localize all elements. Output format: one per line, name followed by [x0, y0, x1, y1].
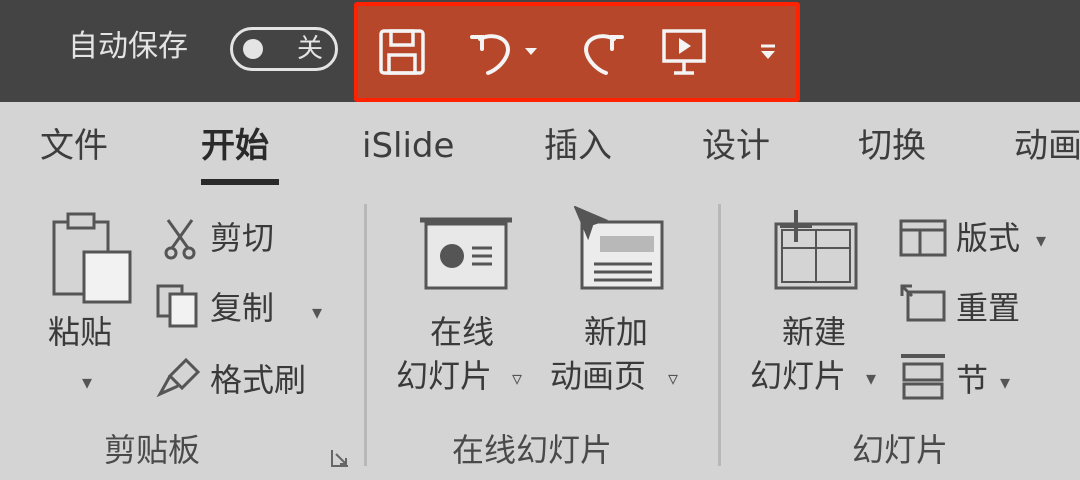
autosave-state: 关 — [297, 34, 324, 64]
tab-file[interactable]: 文件 — [40, 118, 108, 174]
layout-icon — [898, 218, 948, 262]
tab-transitions[interactable]: 切换 — [858, 118, 926, 174]
format-painter-icon — [156, 356, 204, 402]
customize-qat-button[interactable] — [748, 6, 788, 98]
paste-dropdown-icon[interactable]: ▾ — [82, 362, 92, 402]
active-tab-indicator — [201, 179, 279, 185]
section-icon — [898, 352, 948, 404]
new-animation-page-label-1[interactable]: 新加 — [584, 312, 648, 352]
new-animation-page-label-2[interactable]: 动画页 — [550, 356, 646, 396]
undo-button[interactable] — [462, 6, 544, 98]
undo-dropdown-icon[interactable] — [524, 47, 538, 57]
autosave-toggle[interactable]: 关 — [230, 27, 338, 71]
save-button[interactable] — [372, 6, 432, 98]
scissors-icon — [162, 218, 198, 264]
save-icon — [377, 27, 427, 77]
tab-design[interactable]: 设计 — [702, 118, 770, 174]
format-painter-button[interactable]: 格式刷 — [210, 360, 306, 400]
quick-access-toolbar — [354, 2, 800, 102]
redo-icon — [574, 27, 626, 77]
section-dropdown-icon[interactable]: ▾ — [1000, 362, 1010, 402]
tab-islide[interactable]: iSlide — [362, 118, 454, 174]
reset-button[interactable]: 重置 — [956, 288, 1020, 328]
redo-button[interactable] — [570, 6, 630, 98]
new-slide-label-2[interactable]: 幻灯片 — [750, 356, 846, 396]
layout-button[interactable]: 版式 — [956, 218, 1020, 258]
new-slide-icon[interactable] — [770, 208, 862, 296]
autosave-label: 自动保存 — [68, 29, 188, 64]
customize-qat-icon — [759, 43, 777, 61]
dialog-launcher-icon[interactable] — [330, 448, 350, 472]
tab-home[interactable]: 开始 — [201, 118, 269, 174]
copy-dropdown-icon[interactable]: ▾ — [312, 292, 322, 332]
tab-animations[interactable]: 动画 — [1014, 118, 1080, 174]
cut-button[interactable]: 剪切 — [210, 218, 274, 258]
new-slide-label-1[interactable]: 新建 — [782, 312, 846, 352]
tab-insert[interactable]: 插入 — [544, 118, 612, 174]
paste-icon[interactable] — [50, 212, 134, 308]
online-slides-group-label: 在线幻灯片 — [452, 431, 613, 469]
online-slide-icon[interactable] — [418, 216, 514, 296]
group-separator — [364, 204, 367, 466]
copy-button[interactable]: 复制 — [210, 288, 274, 328]
new-slide-dropdown-icon[interactable]: ▾ — [866, 358, 876, 398]
title-bar: 自动保存 关 — [0, 0, 1080, 102]
group-separator — [718, 204, 721, 466]
ribbon-tabs: 文件 开始 iSlide 插入 设计 切换 动画 — [0, 118, 1080, 188]
new-animation-page-icon[interactable] — [573, 205, 666, 296]
toggle-knob — [243, 39, 263, 59]
online-slide-label-1[interactable]: 在线 — [430, 312, 494, 352]
online-slide-dropdown-icon[interactable]: ▿ — [512, 358, 522, 398]
clipboard-group-label: 剪贴板 — [104, 431, 201, 469]
paste-label[interactable]: 粘贴 — [48, 312, 112, 352]
slideshow-button[interactable] — [652, 6, 716, 98]
slides-group-label: 幻灯片 — [852, 431, 949, 469]
online-slide-label-2[interactable]: 幻灯片 — [396, 356, 492, 396]
slideshow-icon — [659, 27, 709, 77]
layout-dropdown-icon[interactable]: ▾ — [1036, 220, 1046, 260]
undo-icon — [468, 27, 520, 77]
section-button[interactable]: 节 — [956, 360, 988, 400]
reset-icon — [898, 282, 948, 328]
copy-icon — [154, 282, 204, 332]
new-animation-page-dropdown-icon[interactable]: ▿ — [668, 358, 678, 398]
